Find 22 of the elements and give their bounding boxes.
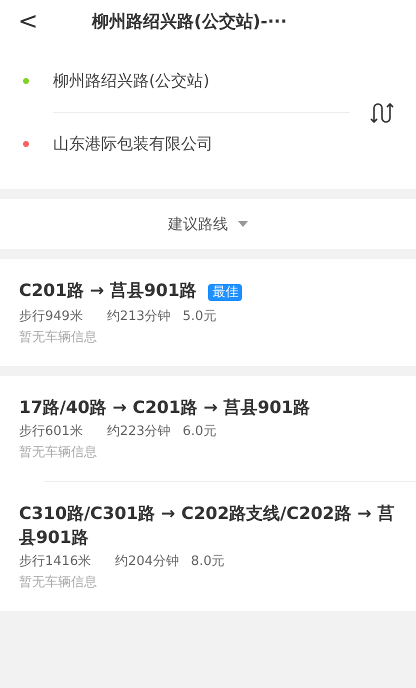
stop-name[interactable]: 柳州路绍兴路(公交站) — [53, 70, 210, 92]
route-title[interactable]: 17路/40路 → C201路 → 莒县901路 — [19, 396, 310, 420]
page-title: 柳州路绍兴路(公交站)-··· — [92, 10, 287, 32]
back-button[interactable]: < — [10, 7, 46, 35]
travel-time: 约223分钟 — [106, 423, 171, 440]
walk-distance: 步行949米 — [19, 308, 83, 325]
fare: 6.0元 — [182, 423, 216, 440]
vehicle-status: 暂无车辆信息 — [19, 574, 98, 591]
stop-name[interactable]: 山东港际包装有限公司 — [53, 134, 213, 154]
route-title[interactable]: C310路/C301路 → C202路支线/C202路 → 莒县901路 — [19, 502, 396, 550]
best-badge: 最佳 — [208, 284, 242, 301]
vehicle-status: 暂无车辆信息 — [19, 444, 98, 461]
route-title[interactable]: C201路 → 莒县901路 — [19, 279, 197, 303]
travel-time: 约213分钟 — [106, 308, 171, 325]
fare: 8.0元 — [190, 553, 225, 570]
travel-time: 约204分钟 — [115, 553, 179, 570]
fare: 5.0元 — [182, 308, 216, 325]
sort-dropdown[interactable]: 建议路线 — [0, 199, 416, 249]
vehicle-status: 暂无车辆信息 — [19, 329, 98, 346]
walk-distance: 步行1416米 — [19, 553, 92, 570]
walk-distance: 步行601米 — [19, 423, 83, 440]
caret-icon — [238, 221, 248, 227]
